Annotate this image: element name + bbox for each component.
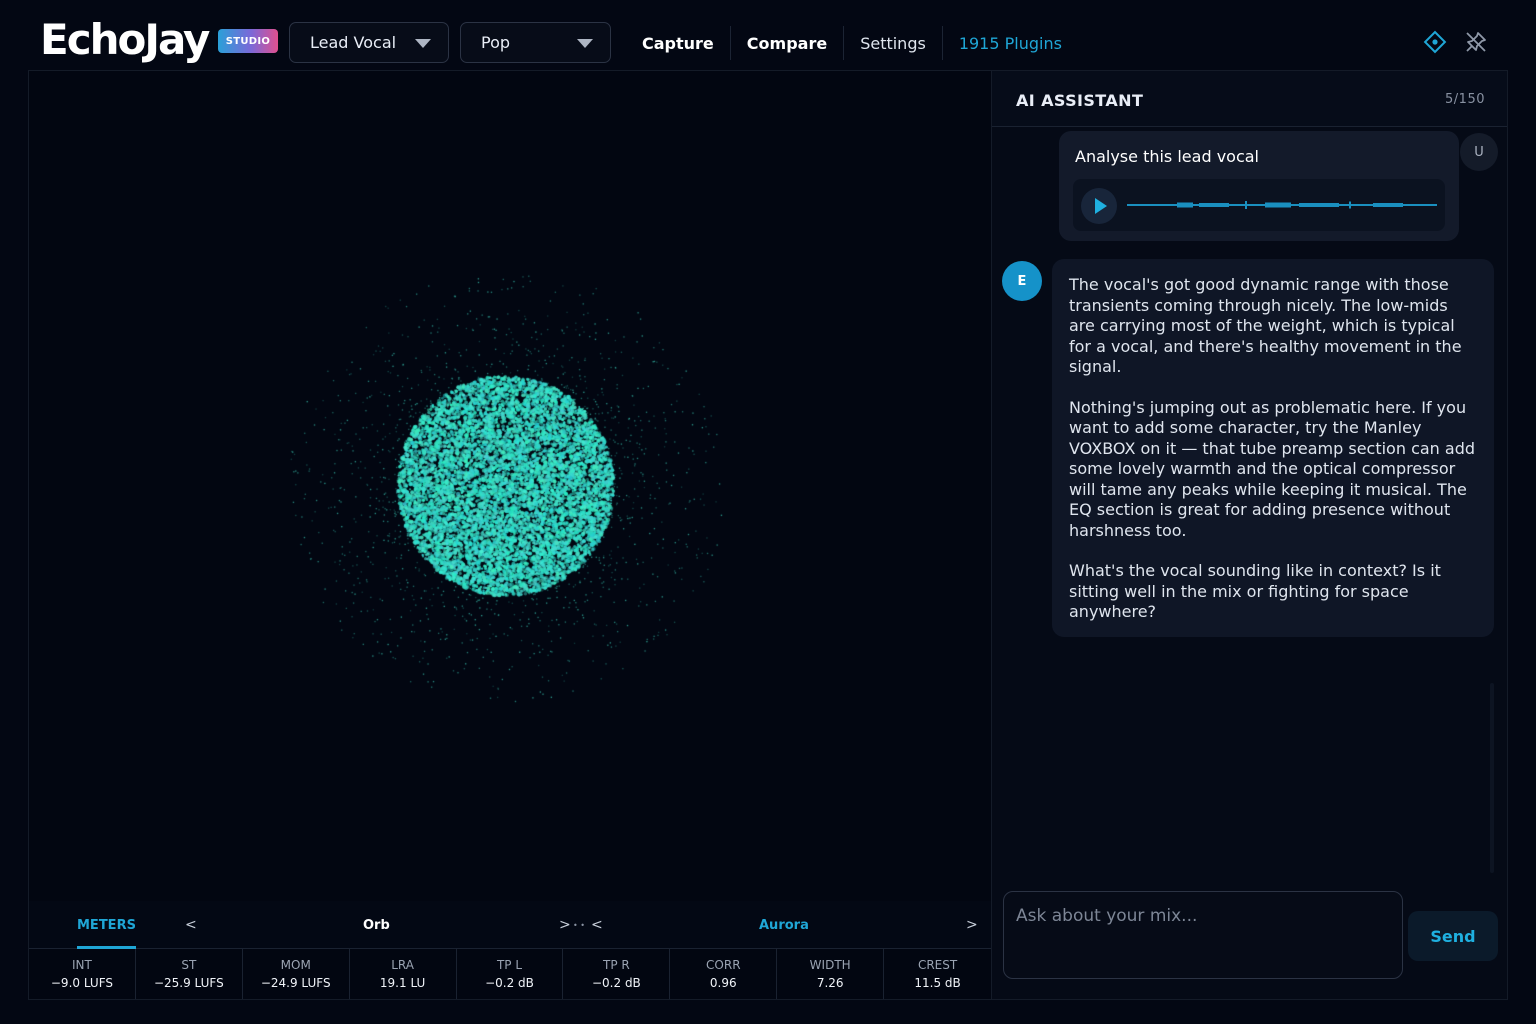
meter-label: WIDTH — [809, 958, 851, 972]
assistant-paragraph: What's the vocal sounding like in contex… — [1069, 561, 1441, 621]
meter-label: CREST — [917, 958, 958, 972]
tab-aurora[interactable]: Aurora — [759, 901, 809, 949]
assistant-title: AI ASSISTANT — [1016, 91, 1144, 110]
meter-label: ST — [181, 958, 197, 972]
ai-assistant-panel: AI ASSISTANT 5/150 Analyse this lead voc… — [992, 70, 1508, 1000]
meter-label: LRA — [391, 958, 414, 972]
nav-compare[interactable]: Compare — [729, 26, 843, 60]
meter-value: −25.9 LUFS — [153, 976, 224, 990]
meter-tp-l: TP L −0.2 dB — [457, 949, 564, 999]
app-logo: EchoJay — [40, 15, 210, 64]
meter-st: ST −25.9 LUFS — [136, 949, 243, 999]
message-count: 5/150 — [1445, 92, 1485, 107]
meter-lra: LRA 19.1 LU — [350, 949, 457, 999]
meter-tp-r: TP R −0.2 dB — [563, 949, 671, 999]
track-dropdown[interactable]: Lead Vocal — [289, 22, 449, 63]
waveform — [1127, 201, 1437, 209]
meter-value: −0.2 dB — [591, 976, 641, 990]
meter-value: 0.96 — [709, 976, 737, 990]
studio-badge: STUDIO — [218, 29, 278, 53]
nav-plugins[interactable]: 1915 Plugins — [941, 26, 1078, 60]
meter-value: −24.9 LUFS — [260, 976, 331, 990]
track-dropdown-label: Lead Vocal — [310, 33, 397, 52]
nav-settings[interactable]: Settings — [843, 26, 942, 60]
meter-label: TP R — [603, 958, 630, 972]
chevron-down-icon — [415, 39, 431, 48]
user-message-text: Analyse this lead vocal — [1075, 147, 1259, 166]
tab-orb[interactable]: Orb — [363, 901, 390, 949]
user-avatar: U — [1460, 133, 1498, 171]
tab-meters[interactable]: METERS — [77, 901, 136, 949]
prev-mode-button[interactable]: < — [185, 901, 197, 949]
assistant-header: AI ASSISTANT 5/150 — [992, 71, 1507, 127]
meter-corr: CORR 0.96 — [670, 949, 778, 999]
meter-value: 19.1 LU — [379, 976, 426, 990]
chat-scrollbar[interactable] — [1490, 683, 1494, 873]
chat-input[interactable] — [1003, 891, 1403, 979]
meter-label: INT — [72, 958, 92, 972]
prev-style-button[interactable]: < — [591, 901, 603, 949]
assistant-avatar: E — [1002, 261, 1042, 301]
meter-label: TP L — [496, 958, 523, 972]
page-dots: • • — [573, 920, 585, 930]
meter-value: 7.26 — [816, 976, 844, 990]
meter-int: INT −9.0 LUFS — [29, 949, 136, 999]
assistant-paragraph: The vocal's got good dynamic range with … — [1069, 275, 1462, 376]
diamond-target-icon[interactable] — [1423, 30, 1447, 54]
genre-dropdown[interactable]: Pop — [460, 22, 611, 63]
assistant-paragraph: Nothing's jumping out as problematic her… — [1069, 397, 1476, 540]
meter-label: CORR — [706, 958, 741, 972]
visualizer-tabs: METERS < Orb > • • < Aurora > — [29, 901, 991, 949]
next-mode-button[interactable]: > — [559, 901, 571, 949]
meter-value: 11.5 dB — [914, 976, 961, 990]
meter-label: MOM — [280, 958, 311, 972]
next-style-button[interactable]: > — [966, 901, 978, 949]
assistant-message: The vocal's got good dynamic range with … — [1052, 259, 1494, 637]
top-bar: EchoJay STUDIO Lead Vocal Pop Capture Co… — [0, 0, 1536, 70]
meter-width: WIDTH 7.26 — [777, 949, 885, 999]
send-button[interactable]: Send — [1408, 911, 1498, 961]
nav-capture[interactable]: Capture — [626, 26, 730, 60]
meter-value: −0.2 dB — [485, 976, 534, 990]
main-nav: Capture Compare Settings 1915 Plugins — [626, 22, 1078, 64]
user-message: Analyse this lead vocal — [1059, 131, 1459, 241]
meters-row: INT −9.0 LUFS ST −25.9 LUFS MOM −24.9 LU… — [29, 949, 991, 999]
pin-off-icon[interactable] — [1464, 30, 1488, 54]
meter-mom: MOM −24.9 LUFS — [243, 949, 350, 999]
orb-visualizer[interactable] — [29, 71, 993, 901]
play-icon[interactable] — [1081, 188, 1117, 224]
chevron-down-icon — [577, 39, 593, 48]
genre-dropdown-label: Pop — [481, 33, 511, 52]
meter-crest: CREST 11.5 dB — [884, 949, 991, 999]
meter-value: −9.0 LUFS — [50, 976, 114, 990]
audio-attachment — [1073, 179, 1445, 231]
visualizer-panel: METERS < Orb > • • < Aurora > INT −9.0 L… — [28, 70, 993, 1000]
